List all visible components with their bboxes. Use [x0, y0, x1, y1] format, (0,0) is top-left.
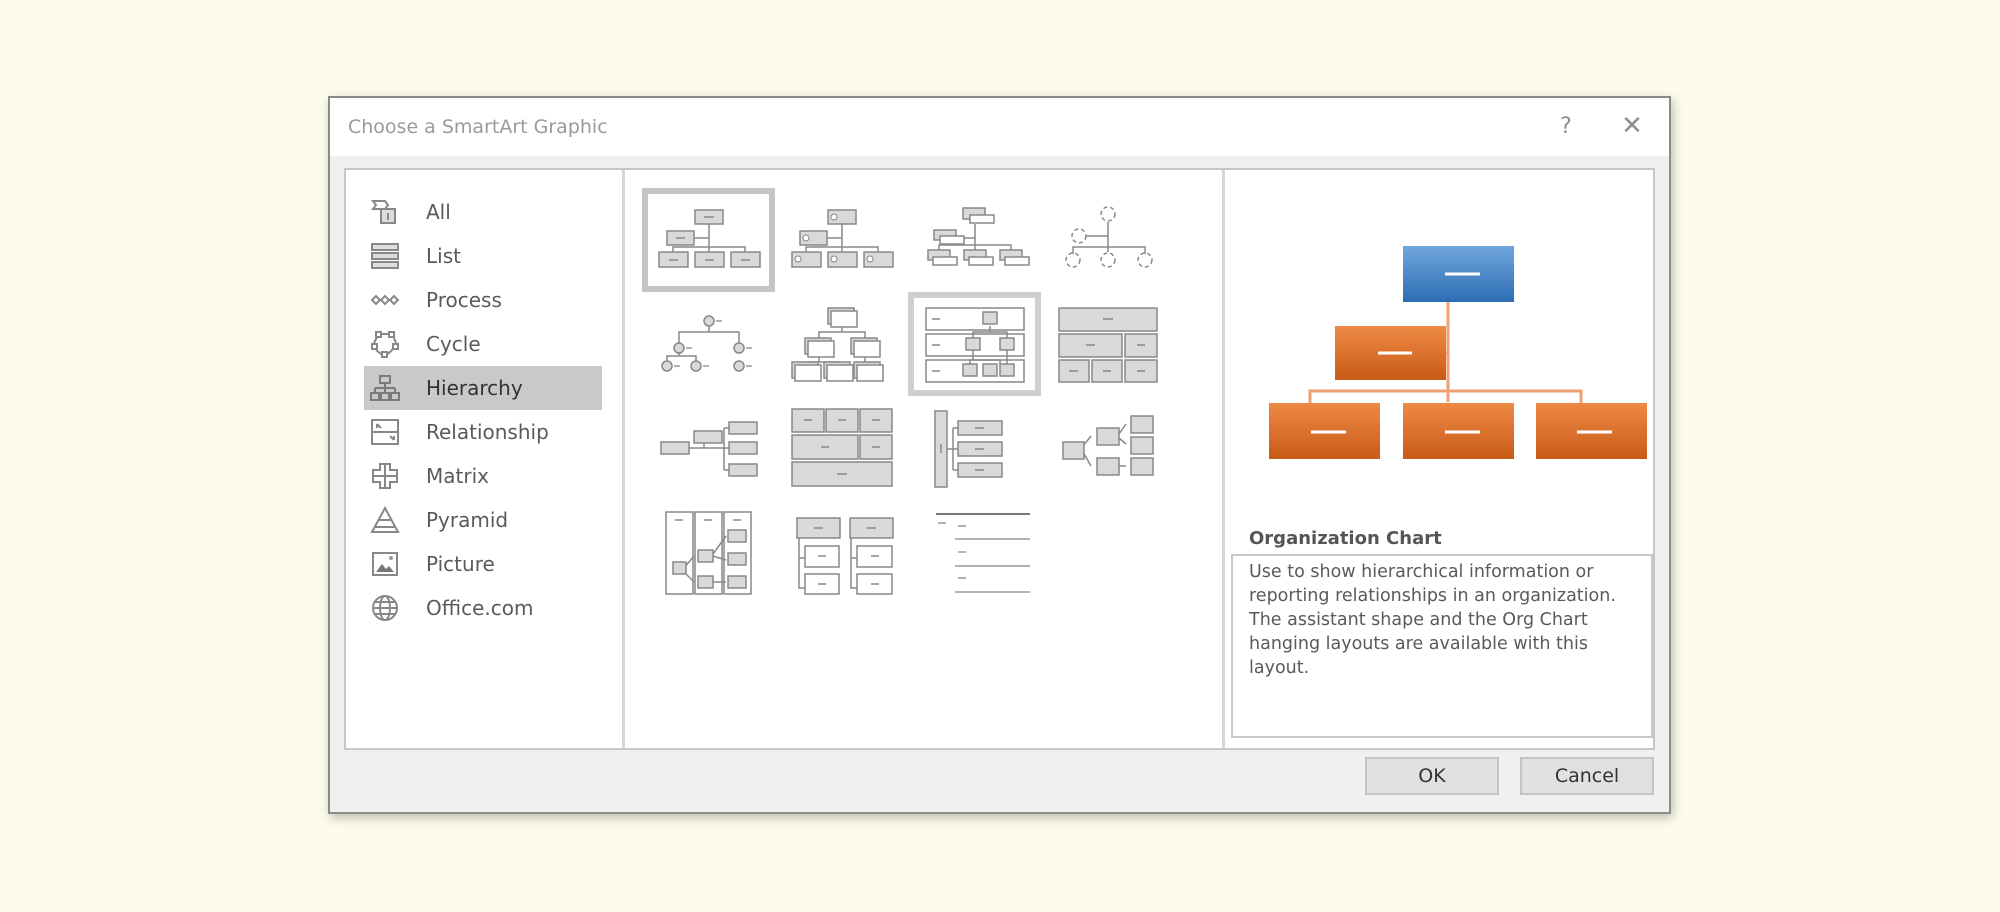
cancel-button[interactable]: Cancel — [1520, 757, 1654, 795]
category-label: Picture — [426, 552, 495, 576]
layout-horizontal-hierarchy[interactable] — [642, 396, 775, 500]
hierarchy-icon — [368, 371, 402, 405]
layout-lined-list[interactable] — [908, 500, 1041, 604]
layout-gallery — [625, 170, 1222, 748]
category-label: Cycle — [426, 332, 481, 356]
preview-pane: Organization Chart Use to show hierarchi… — [1225, 170, 1655, 748]
layout-description: Use to show hierarchical information or … — [1231, 554, 1653, 738]
layout-picture-organization-chart[interactable] — [775, 188, 908, 292]
preview-child-node — [1536, 403, 1647, 459]
category-relationship[interactable]: Relationship — [364, 410, 602, 454]
category-label: Relationship — [426, 420, 549, 444]
category-matrix[interactable]: Matrix — [364, 454, 602, 498]
layout-architecture-layout[interactable] — [775, 396, 908, 500]
matrix-icon — [368, 459, 402, 493]
preview-child-node — [1403, 403, 1514, 459]
help-button[interactable]: ? — [1546, 108, 1586, 144]
layout-horizontal-multi-level-hierarchy[interactable] — [1041, 396, 1174, 500]
globe-icon — [368, 591, 402, 625]
ok-button[interactable]: OK — [1365, 757, 1499, 795]
layout-labeled-circle-hierarchy[interactable] — [642, 292, 775, 396]
preview-top-node — [1403, 246, 1514, 302]
smartart-dialog: Choose a SmartArt Graphic ? ✕ All List P… — [328, 96, 1671, 814]
dialog-title: Choose a SmartArt Graphic — [348, 116, 608, 138]
pyramid-icon — [368, 503, 402, 537]
category-label: Hierarchy — [426, 376, 523, 400]
main-panel: All List Process Cycle Hierarchy Relatio… — [344, 168, 1655, 750]
process-icon — [368, 283, 402, 317]
category-list-item[interactable]: List — [364, 234, 602, 278]
category-list: All List Process Cycle Hierarchy Relatio… — [346, 170, 622, 748]
title-bar: Choose a SmartArt Graphic ? ✕ — [330, 98, 1669, 156]
all-icon — [368, 195, 402, 229]
category-label: Office.com — [426, 596, 534, 620]
category-office-com[interactable]: Office.com — [364, 586, 602, 630]
category-label: Process — [426, 288, 502, 312]
category-label: All — [426, 200, 451, 224]
layout-organization-chart[interactable] — [642, 188, 775, 292]
preview-graphic — [1269, 246, 1647, 459]
layout-hierarchy-list[interactable] — [908, 396, 1041, 500]
layout-horizontal-labeled-hierarchy[interactable] — [908, 292, 1041, 396]
category-label: Pyramid — [426, 508, 509, 532]
picture-icon — [368, 547, 402, 581]
layout-table-hierarchy[interactable] — [1041, 292, 1174, 396]
preview-child-node — [1269, 403, 1380, 459]
category-picture[interactable]: Picture — [364, 542, 602, 586]
category-process[interactable]: Process — [364, 278, 602, 322]
category-cycle[interactable]: Cycle — [364, 322, 602, 366]
list-icon — [368, 239, 402, 273]
layout-lined-list-hierarchy[interactable] — [642, 500, 775, 604]
category-hierarchy[interactable]: Hierarchy — [364, 366, 602, 410]
layout-name-and-title-organization-chart[interactable] — [908, 188, 1041, 292]
category-label: List — [426, 244, 461, 268]
category-label: Matrix — [426, 464, 489, 488]
relationship-icon — [368, 415, 402, 449]
preview-assistant-node — [1335, 326, 1446, 380]
cycle-icon — [368, 327, 402, 361]
layout-circle-picture-hierarchy[interactable] — [1041, 188, 1174, 292]
category-pyramid[interactable]: Pyramid — [364, 498, 602, 542]
layout-hierarchy-columns[interactable] — [775, 500, 908, 604]
category-all[interactable]: All — [364, 190, 602, 234]
layout-name: Organization Chart — [1249, 528, 1442, 549]
layout-stacked-hierarchy[interactable] — [775, 292, 908, 396]
close-button[interactable]: ✕ — [1612, 108, 1652, 144]
